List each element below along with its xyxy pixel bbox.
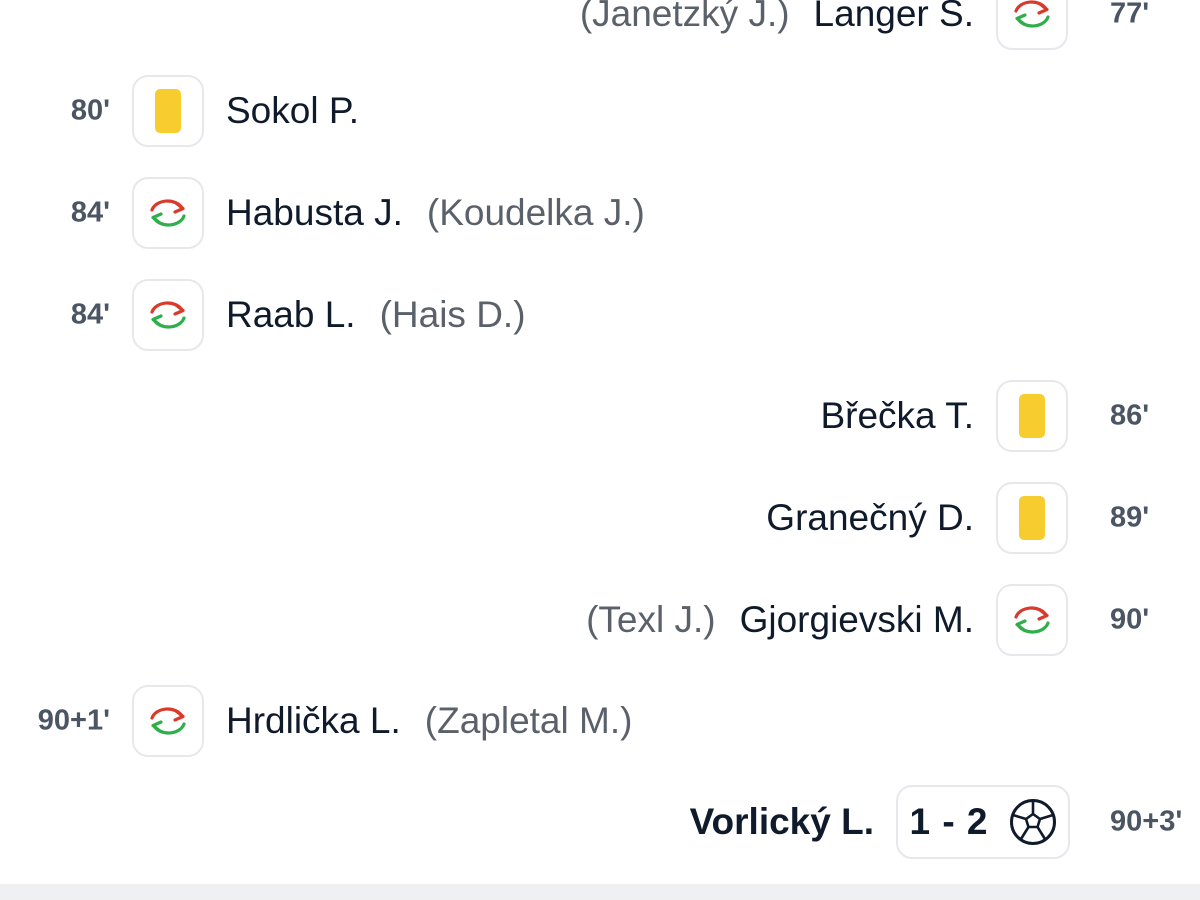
substitution-text: Hrdlička L. (Zapletal M.) — [226, 700, 632, 742]
event-time: 84' — [70, 196, 110, 229]
event-time: 90+3' — [1110, 805, 1183, 838]
bottom-divider — [0, 884, 1200, 900]
event-time: 90+1' — [37, 704, 110, 737]
player-name: Granečný D. — [766, 497, 974, 538]
yellow-card-icon — [996, 482, 1068, 554]
substitution-text: (Janetzký J.) Langer S. — [580, 0, 974, 35]
player-out: (Texl J.) — [586, 599, 716, 640]
yellow-card-icon — [132, 75, 204, 147]
timeline-event-yellow-card: Granečný D. 89' — [0, 478, 1200, 558]
player-in: Gjorgievski M. — [739, 599, 974, 640]
player-name: Břečka T. — [820, 395, 974, 436]
player-out: (Hais D.) — [379, 294, 526, 335]
player-in: Langer S. — [813, 0, 974, 34]
yellow-card-icon — [996, 380, 1068, 452]
goal-score-box: 1 - 2 — [896, 785, 1070, 859]
player-out: (Zapletal M.) — [424, 700, 633, 741]
player-out: (Koudelka J.) — [426, 192, 645, 233]
player-out: (Janetzký J.) — [579, 0, 790, 34]
timeline-event-substitution: 90+1' Hrdlička L. (Zapletal M.) — [0, 681, 1200, 761]
event-time: 84' — [70, 298, 110, 331]
player-in: Raab L. — [226, 294, 356, 335]
timeline-event-substitution: 84' Habusta J. (Koudelka J.) — [0, 173, 1200, 253]
player-name: Sokol P. — [226, 90, 360, 131]
timeline-event-substitution: 84' Raab L. (Hais D.) — [0, 275, 1200, 355]
substitution-icon — [996, 0, 1068, 50]
substitution-icon — [132, 685, 204, 757]
timeline-event-substitution: (Texl J.) Gjorgievski M. 90' — [0, 580, 1200, 660]
timeline-event-goal: Vorlický L. 1 - 2 90+3' — [0, 782, 1200, 862]
score: 1 - 2 — [909, 801, 989, 842]
timeline-event-substitution: (Janetzký J.) Langer S. 77' — [0, 0, 1200, 54]
player-in: Habusta J. — [226, 192, 403, 233]
event-time: 90' — [1110, 603, 1150, 636]
event-time: 86' — [1110, 399, 1150, 432]
substitution-icon — [132, 279, 204, 351]
match-timeline: (Janetzký J.) Langer S. 77' 80' Sokol P. … — [0, 0, 1200, 900]
timeline-event-yellow-card: 80' Sokol P. — [0, 71, 1200, 151]
soccer-ball-icon — [1009, 799, 1056, 845]
event-time: 89' — [1110, 501, 1150, 534]
event-time: 80' — [70, 94, 110, 127]
substitution-text: (Texl J.) Gjorgievski M. — [586, 599, 974, 641]
substitution-icon — [132, 177, 204, 249]
timeline-event-yellow-card: Břečka T. 86' — [0, 376, 1200, 456]
player-in: Hrdlička L. — [226, 700, 401, 741]
event-time: 77' — [1110, 0, 1150, 30]
substitution-text: Raab L. (Hais D.) — [226, 294, 526, 336]
substitution-text: Habusta J. (Koudelka J.) — [226, 192, 645, 234]
goal-scorer: Vorlický L. — [689, 801, 874, 842]
substitution-icon — [996, 584, 1068, 656]
